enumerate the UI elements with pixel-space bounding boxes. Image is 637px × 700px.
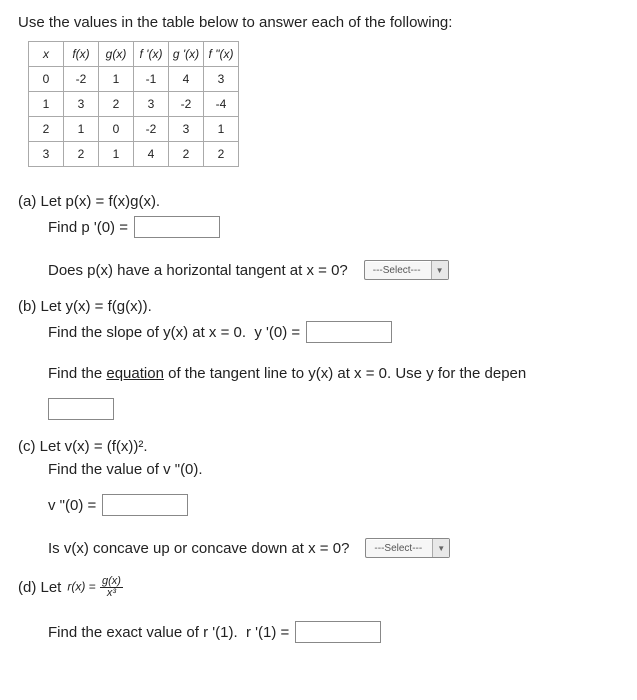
cell: 3 — [169, 117, 204, 142]
part-c-expr: v "(0) = — [48, 494, 619, 516]
chevron-down-icon: ▼ — [433, 539, 449, 557]
cell: 2 — [29, 117, 64, 142]
cell: 3 — [134, 92, 169, 117]
th-x: x — [29, 42, 64, 67]
cell: 1 — [64, 117, 99, 142]
th-fppx: f "(x) — [204, 42, 239, 67]
cell: 1 — [204, 117, 239, 142]
part-d-def-pre: (d) Let — [18, 579, 61, 596]
table-header-row: x f(x) g(x) f '(x) g '(x) f "(x) — [29, 42, 239, 67]
select-a-horiz[interactable]: ---Select--- ▼ — [364, 260, 449, 280]
select-label: ---Select--- — [366, 539, 433, 557]
cell: 2 — [169, 142, 204, 167]
th-gx: g(x) — [99, 42, 134, 67]
part-b: (b) Let y(x) = f(g(x)). Find the slope o… — [18, 298, 619, 420]
part-d: (d) Let r(x) = g(x) x³ Find the exact va… — [18, 576, 619, 643]
th-gpx: g '(x) — [169, 42, 204, 67]
cell: -2 — [64, 67, 99, 92]
cell: 3 — [29, 142, 64, 167]
part-b-tangent: Find the equation of the tangent line to… — [48, 365, 619, 382]
cell: 2 — [64, 142, 99, 167]
fraction-icon: g(x) x³ — [100, 576, 123, 599]
cell: 4 — [134, 142, 169, 167]
part-d-find: Find the exact value of r '(1). r '(1) = — [48, 621, 619, 643]
part-d-def: (d) Let r(x) = g(x) x³ — [18, 576, 619, 599]
table-row: 1 3 2 3 -2 -4 — [29, 92, 239, 117]
cell: -1 — [134, 67, 169, 92]
th-fpx: f '(x) — [134, 42, 169, 67]
part-a-find-label: Find p '(0) = — [48, 219, 128, 236]
answer-d-input[interactable] — [295, 621, 381, 643]
cell: -2 — [134, 117, 169, 142]
th-fx: f(x) — [64, 42, 99, 67]
chevron-down-icon: ▼ — [432, 261, 448, 279]
cell: 2 — [204, 142, 239, 167]
part-b-tangent-underline: equation — [106, 365, 164, 382]
intro-text: Use the values in the table below to ans… — [18, 14, 619, 31]
cell: 0 — [99, 117, 134, 142]
data-table: x f(x) g(x) f '(x) g '(x) f "(x) 0 -2 1 … — [28, 41, 239, 167]
part-a-horiz: Does p(x) have a horizontal tangent at x… — [48, 260, 619, 280]
cell: 4 — [169, 67, 204, 92]
answer-a-input[interactable] — [134, 216, 220, 238]
part-c-def: (c) Let v(x) = (f(x))². — [18, 438, 619, 455]
cell: 1 — [29, 92, 64, 117]
cell: 1 — [99, 142, 134, 167]
cell: 3 — [64, 92, 99, 117]
part-d-find-label: Find the exact value of r '(1). r '(1) = — [48, 624, 289, 641]
part-b-def: (b) Let y(x) = f(g(x)). — [18, 298, 619, 315]
part-b-find: Find the slope of y(x) at x = 0. y '(0) … — [48, 321, 619, 343]
table-row: 2 1 0 -2 3 1 — [29, 117, 239, 142]
cell: 2 — [99, 92, 134, 117]
table-row: 0 -2 1 -1 4 3 — [29, 67, 239, 92]
select-label: ---Select--- — [365, 261, 432, 279]
answer-c-input[interactable] — [102, 494, 188, 516]
part-b-tangent-answer-row — [48, 398, 619, 420]
answer-b-tangent-input[interactable] — [48, 398, 114, 420]
part-a: (a) Let p(x) = f(x)g(x). Find p '(0) = D… — [18, 193, 619, 280]
part-a-def: (a) Let p(x) = f(x)g(x). — [18, 193, 619, 210]
cell: 1 — [99, 67, 134, 92]
part-a-horiz-label: Does p(x) have a horizontal tangent at x… — [48, 262, 348, 279]
cell: -4 — [204, 92, 239, 117]
part-c-find: Find the value of v "(0). — [48, 461, 619, 478]
part-b-tangent-post: of the tangent line to y(x) at x = 0. Us… — [164, 365, 526, 382]
part-b-tangent-pre: Find the — [48, 365, 106, 382]
select-c-concave[interactable]: ---Select--- ▼ — [365, 538, 450, 558]
part-a-find: Find p '(0) = — [48, 216, 619, 238]
part-c-concave-label: Is v(x) concave up or concave down at x … — [48, 540, 349, 557]
part-c-expr-label: v "(0) = — [48, 497, 96, 514]
table-row: 3 2 1 4 2 2 — [29, 142, 239, 167]
part-d-rx: r(x) = g(x) x³ — [67, 576, 124, 599]
cell: -2 — [169, 92, 204, 117]
part-c-concave: Is v(x) concave up or concave down at x … — [48, 538, 619, 558]
cell: 0 — [29, 67, 64, 92]
part-c: (c) Let v(x) = (f(x))². Find the value o… — [18, 438, 619, 558]
part-b-find-label: Find the slope of y(x) at x = 0. y '(0) … — [48, 324, 300, 341]
answer-b-slope-input[interactable] — [306, 321, 392, 343]
cell: 3 — [204, 67, 239, 92]
